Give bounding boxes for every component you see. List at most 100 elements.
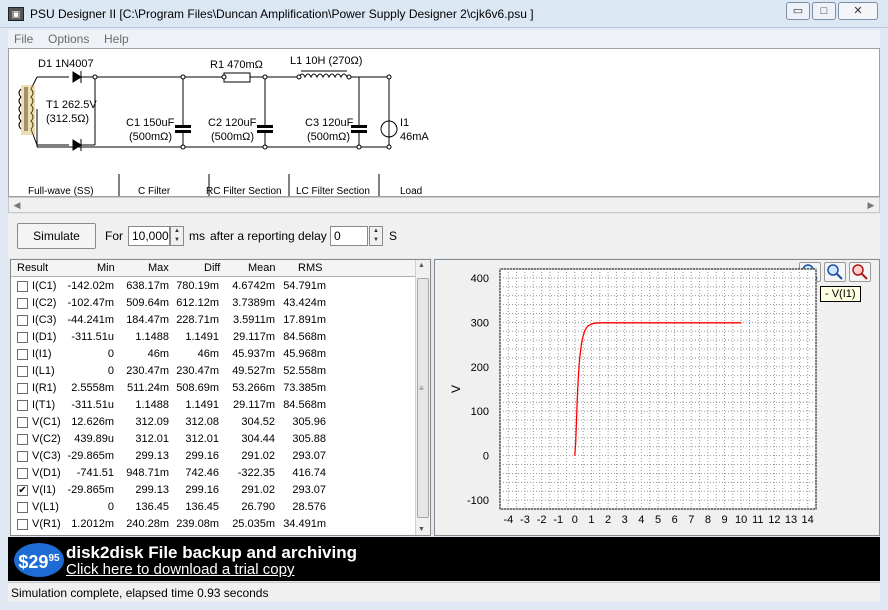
result-min: 0 [107,365,114,377]
result-mean: 4.6742m [232,280,275,292]
resistor-symbol[interactable] [223,72,251,83]
x-tick-label: 6 [672,514,678,526]
table-row[interactable]: I(C2) -102.47m 509.64m 612.12m 3.7389m 43.424… [11,295,417,312]
vertical-scrollbar[interactable]: ▲ ≡ ▼ [415,260,430,535]
result-name: I(R1) [32,382,57,394]
result-max: 511.24m [127,382,169,394]
result-diff: 1.1491 [185,399,219,411]
result-name: V(C2) [32,433,61,445]
current-source-symbol[interactable] [380,120,398,138]
scrollbar-thumb[interactable] [417,278,429,518]
table-row[interactable]: I(C3) -44.241m 184.47m 228.71m 3.5911m 17.891… [11,312,417,329]
col-diff[interactable]: Diff [204,262,220,274]
diode-symbol[interactable] [72,71,82,151]
spin-down-icon[interactable]: ▼ [171,236,183,245]
result-checkbox[interactable] [17,298,28,309]
x-tick-label: 7 [688,514,694,526]
menu-options[interactable]: Options [48,32,89,46]
result-diff: 780.19m [176,280,219,292]
result-checkbox[interactable] [17,468,28,479]
result-checkbox[interactable] [17,502,28,513]
result-checkbox[interactable] [17,315,28,326]
result-checkbox[interactable] [17,281,28,292]
result-min: 1.2012m [71,518,114,530]
col-min[interactable]: Min [97,262,115,274]
delay-input[interactable]: 0 [330,226,368,246]
result-checkbox[interactable] [17,451,28,462]
result-checkbox[interactable] [17,519,28,530]
result-checkbox[interactable] [17,349,28,360]
result-mean: 29.117m [233,331,275,343]
result-max: 184.47m [126,314,169,326]
table-row[interactable]: I(C1) -142.02m 638.17m 780.19m 4.6742m 54.791… [11,278,417,295]
result-name: I(C2) [32,297,57,309]
duration-spinner[interactable]: ▲ ▼ [170,226,184,246]
col-rms[interactable]: RMS [298,262,322,274]
col-mean[interactable]: Mean [248,262,276,274]
table-row[interactable]: V(L1) 0 136.45 136.45 26.790 28.576 [11,499,417,516]
minimize-button[interactable]: ▭ [786,2,810,20]
y-tick-label: -100 [467,495,489,507]
result-rms: 43.424m [283,297,326,309]
table-row[interactable]: ✔ V(I1) -29.865m 299.13 299.16 291.02 293.07 [11,482,417,499]
table-row[interactable]: I(R1) 2.5558m 511.24m 508.69m 53.266m 73.385m [11,380,417,397]
col-result[interactable]: Result [17,262,48,274]
menu-file[interactable]: File [14,32,33,46]
table-row[interactable]: I(T1) -311.51u 1.1488 1.1491 29.117m 84.568m [11,397,417,414]
result-rms: 293.07 [292,450,326,462]
simulate-button[interactable]: Simulate [17,223,96,249]
duration-input[interactable]: 10,000 [128,226,170,246]
grip-icon: ≡ [419,384,424,393]
result-rms: 305.88 [292,433,326,445]
table-row[interactable]: V(C3) -29.865m 299.13 299.16 291.02 293.07 [11,448,417,465]
result-name: I(L1) [32,365,55,377]
result-diff: 1.1491 [185,331,219,343]
results-table[interactable]: Result Min Max Diff Mean RMS I(C1) -142.0… [10,259,431,536]
app-icon[interactable]: ▣ [8,7,24,21]
spin-up-icon[interactable]: ▲ [370,227,382,236]
result-checkbox[interactable] [17,383,28,394]
result-checkbox[interactable] [17,434,28,445]
table-row[interactable]: I(I1) 0 46m 46m 45.937m 45.968m [11,346,417,363]
delay-spinner[interactable]: ▲ ▼ [369,226,383,246]
capacitor-c2[interactable] [257,125,273,133]
schematic-panel[interactable]: D1 1N4007 T1 262.5V (312.5Ω) R1 470mΩ L1… [8,48,880,197]
y-tick-label: 0 [483,451,489,463]
result-checkbox[interactable] [17,332,28,343]
table-row[interactable]: V(D1) -741.51 948.71m 742.46 -322.35 416.74 [11,465,417,482]
menu-help[interactable]: Help [104,32,129,46]
result-checkbox[interactable] [17,400,28,411]
close-button[interactable]: ✕ [838,2,878,20]
table-row[interactable]: I(L1) 0 230.47m 230.47m 49.527m 52.558m [11,363,417,380]
result-checkbox[interactable] [17,366,28,377]
scroll-down-icon[interactable]: ▼ [418,526,425,533]
voltage-chart[interactable]: -4 -3 -2 -1 0 1 2 3 4 5 6 7 8 9 10 11 12 13 14-10001002003… [435,260,879,535]
scroll-left-icon[interactable]: ◀ [10,199,24,212]
table-row[interactable]: V(R1) 1.2012m 240.28m 239.08m 25.035m 34.491m [11,516,417,533]
result-mean: 49.527m [232,365,275,377]
result-checkbox[interactable]: ✔ [17,485,28,496]
capacitor-c1[interactable] [175,125,191,133]
result-checkbox[interactable] [17,417,28,428]
result-rms: 73.385m [283,382,326,394]
banner-download-link[interactable]: Click here to download a trial copy [66,561,294,578]
scroll-right-icon[interactable]: ▶ [864,199,878,212]
table-row[interactable]: V(C1) 12.626m 312.09 312.08 304.52 305.96 [11,414,417,431]
table-row[interactable]: V(C2) 439.89u 312.01 312.01 304.44 305.88 [11,431,417,448]
capacitor-c3[interactable] [351,125,367,133]
plot-panel[interactable]: -4 -3 -2 -1 0 1 2 3 4 5 6 7 8 9 10 11 12 13 14 -100 0 100 200 3… [434,259,880,536]
ad-banner[interactable]: $2995 disk2disk File backup and archivin… [8,537,880,581]
result-rms: 416.74 [292,467,326,479]
maximize-button[interactable]: □ [812,2,836,20]
spin-up-icon[interactable]: ▲ [171,227,183,236]
result-name: I(T1) [32,399,56,411]
result-name: V(R1) [32,518,61,530]
scroll-up-icon[interactable]: ▲ [418,262,425,269]
result-rms: 17.891m [283,314,326,326]
col-max[interactable]: Max [148,262,169,274]
table-row[interactable]: I(D1) -311.51u 1.1488 1.1491 29.117m 84.568m [11,329,417,346]
title-bar[interactable]: ▣ PSU Designer II [C:\Program Files\Dunc… [0,0,888,28]
spin-down-icon[interactable]: ▼ [370,236,382,245]
horizontal-scrollbar[interactable]: ◀ ▶ [8,197,880,213]
inductor-symbol[interactable] [298,73,348,79]
